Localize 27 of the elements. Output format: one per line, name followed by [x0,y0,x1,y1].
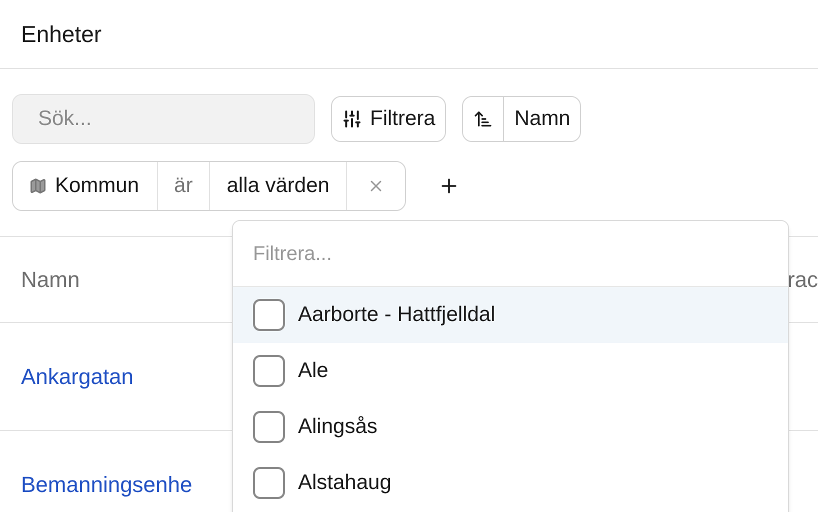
option-label: Alingsås [298,414,378,440]
sort-icon [473,109,494,129]
filter-value-button[interactable]: alla värden [210,162,348,210]
checkbox[interactable] [253,299,285,331]
option-item[interactable]: Aarborte - Hattfjelldal [233,287,788,343]
option-item[interactable]: Alstahaug [233,455,788,511]
map-icon [29,177,47,195]
unit-link[interactable]: Ankargatan [21,360,134,393]
option-label: Aarborte - Hattfjelldal [298,302,496,328]
sliders-icon [342,109,362,129]
unit-link[interactable]: Bemanningsenhe [21,468,192,501]
column-header: rac [787,266,818,294]
search-field[interactable]: Sök... [12,94,315,144]
sort-field-button[interactable]: Namn [504,97,580,141]
checkbox[interactable] [253,467,285,499]
option-label: Alstahaug [298,470,392,496]
option-item[interactable]: Ale [233,343,788,399]
filter-operator-button[interactable]: är [158,162,210,210]
option-item[interactable]: Alingsås [233,399,788,455]
option-label: Ale [298,358,328,384]
checkbox[interactable] [253,355,285,387]
column-header: Namn [21,266,80,294]
filter-field-button[interactable]: Kommun [13,162,158,210]
filter-button[interactable]: Filtrera [331,96,446,142]
checkbox[interactable] [253,411,285,443]
page-title: Enheter [21,20,102,49]
filter-input[interactable]: Filtrera... [253,238,768,268]
